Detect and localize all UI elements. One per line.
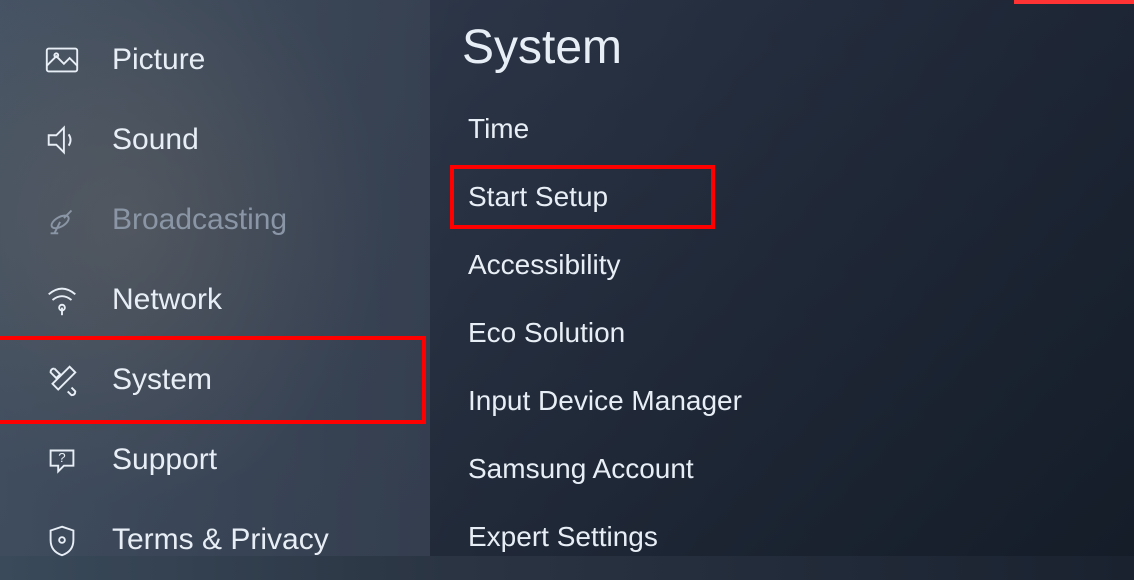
- sidebar-item-label: Support: [112, 443, 217, 477]
- satellite-icon: [40, 198, 84, 242]
- sidebar-menu: Picture Sound Broadcasting Network Syste…: [0, 0, 430, 556]
- sidebar-item-label: Broadcasting: [112, 203, 287, 237]
- support-icon: ?: [40, 438, 84, 482]
- shield-icon: [40, 518, 84, 562]
- sound-icon: [40, 118, 84, 162]
- main-panel: System Time Start Setup Accessibility Ec…: [430, 0, 1134, 556]
- sidebar-item-broadcasting: Broadcasting: [0, 180, 430, 260]
- sidebar-item-sound[interactable]: Sound: [0, 100, 430, 180]
- submenu-item-input-device-manager[interactable]: Input Device Manager: [450, 369, 1114, 433]
- submenu-item-time[interactable]: Time: [450, 97, 1114, 161]
- picture-icon: [40, 38, 84, 82]
- sidebar-item-network[interactable]: Network: [0, 260, 430, 340]
- sidebar-item-support[interactable]: ? Support: [0, 420, 430, 500]
- sidebar-item-label: Terms & Privacy: [112, 523, 329, 557]
- sidebar-item-label: Picture: [112, 43, 205, 77]
- submenu-item-accessibility[interactable]: Accessibility: [450, 233, 1114, 297]
- sidebar-item-label: System: [112, 363, 212, 397]
- sidebar-item-picture[interactable]: Picture: [0, 20, 430, 100]
- network-icon: [40, 278, 84, 322]
- tools-icon: [40, 358, 84, 402]
- sidebar-item-system[interactable]: System: [0, 336, 426, 424]
- accent-border: [1014, 0, 1134, 4]
- submenu-item-start-setup[interactable]: Start Setup: [450, 165, 715, 229]
- svg-text:?: ?: [58, 450, 65, 465]
- page-title: System: [450, 0, 1114, 93]
- submenu-item-eco-solution[interactable]: Eco Solution: [450, 301, 1114, 365]
- sidebar-item-label: Network: [112, 283, 222, 317]
- submenu-item-expert-settings[interactable]: Expert Settings: [450, 505, 1114, 569]
- submenu-item-samsung-account[interactable]: Samsung Account: [450, 437, 1114, 501]
- sidebar-item-label: Sound: [112, 123, 199, 157]
- sidebar-item-terms-privacy[interactable]: Terms & Privacy: [0, 500, 430, 580]
